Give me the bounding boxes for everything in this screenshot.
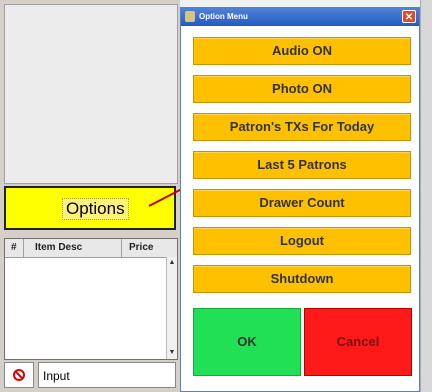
shutdown-button[interactable]: Shutdown [193, 265, 411, 293]
column-header-number[interactable]: # [11, 242, 17, 253]
items-table-header: # Item Desc Price [5, 239, 177, 258]
items-scrollbar[interactable]: ▲ ▼ [166, 257, 177, 359]
cancel-button[interactable]: Cancel [304, 308, 412, 376]
dialog-title: Option Menu [199, 12, 248, 21]
last-5-patrons-button[interactable]: Last 5 Patrons [193, 151, 411, 179]
pos-left-pane: Options # Item Desc Price ▲ ▼ Input [0, 0, 180, 392]
patrons-txs-today-button[interactable]: Patron's TXs For Today [193, 113, 411, 141]
audio-on-button[interactable]: Audio ON [193, 37, 411, 65]
column-header-price[interactable]: Price [129, 242, 153, 253]
column-header-item-desc[interactable]: Item Desc [35, 242, 82, 253]
background-window-edge [420, 0, 432, 392]
display-panel [4, 4, 178, 184]
options-label: Options [62, 198, 129, 220]
scroll-up-icon[interactable]: ▲ [168, 259, 176, 267]
input-row: Input [4, 362, 176, 388]
app-icon [185, 11, 195, 22]
photo-on-button[interactable]: Photo ON [193, 75, 411, 103]
option-menu-dialog: Option Menu ✕ Audio ON Photo ON Patron's… [180, 7, 420, 392]
ok-button[interactable]: OK [193, 308, 301, 376]
clear-button[interactable] [4, 362, 34, 388]
dialog-titlebar[interactable]: Option Menu ✕ [181, 8, 419, 26]
drawer-count-button[interactable]: Drawer Count [193, 189, 411, 217]
no-entry-icon [13, 369, 25, 381]
scroll-down-icon[interactable]: ▼ [168, 349, 176, 357]
items-table: # Item Desc Price ▲ ▼ [4, 238, 178, 360]
close-icon[interactable]: ✕ [402, 10, 416, 23]
options-button[interactable]: Options [4, 186, 176, 230]
input-field[interactable]: Input [38, 362, 176, 388]
logout-button[interactable]: Logout [193, 227, 411, 255]
